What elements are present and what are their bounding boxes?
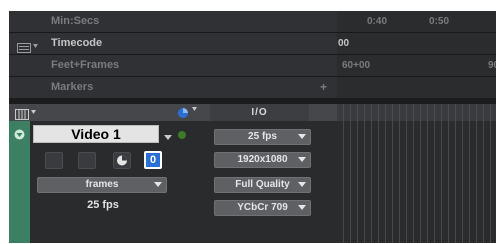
io-column-title: I/O: [210, 104, 309, 121]
track-name-field[interactable]: Video 1: [33, 125, 159, 143]
resolution-value: 1920x1080: [237, 154, 288, 165]
resolution-popup[interactable]: 1920x1080: [214, 152, 311, 168]
frame-rate-value: 25 fps: [248, 131, 277, 142]
color-space-popup[interactable]: YCbCr 709: [214, 200, 311, 216]
track-priority-button[interactable]: 0: [144, 151, 162, 169]
timebase-value: frames: [85, 179, 119, 190]
chevron-down-icon: [298, 134, 306, 139]
timeline-area[interactable]: [337, 104, 496, 243]
ruler-label-timecode: Timecode: [51, 37, 103, 49]
track-status-indicator-icon: [177, 127, 187, 145]
frame-rate-text: 25 fps: [87, 199, 119, 211]
timeline-grid-header: [337, 104, 496, 121]
frame-rate-popup[interactable]: 25 fps: [214, 129, 311, 145]
quality-value: Full Quality: [235, 179, 290, 190]
edit-window: Min:Secs 0:40 0:50 Timecode 00 Feet+Fram…: [9, 11, 496, 243]
tick-label: 0:40: [367, 16, 388, 27]
track-collapse-triangle-icon[interactable]: [14, 127, 25, 145]
ruler-label-min-secs: Min:Secs: [51, 15, 100, 27]
chevron-down-icon: [154, 182, 162, 187]
add-marker-button[interactable]: +: [320, 77, 327, 98]
ruler-label-feet-frames: Feet+Frames: [51, 59, 120, 71]
tick-label: 90: [488, 60, 496, 71]
chevron-down-icon: [298, 182, 306, 187]
timeline-grid[interactable]: [337, 121, 496, 243]
ruler-label-markers: Markers: [51, 81, 94, 93]
timebase-popup[interactable]: frames: [37, 177, 167, 193]
chevron-down-icon: [298, 205, 306, 210]
color-space-value: YCbCr 709: [237, 202, 288, 213]
track-options-arrow-icon[interactable]: [163, 129, 173, 147]
track-button-2[interactable]: [78, 152, 96, 169]
header-spacer: [309, 104, 337, 121]
chevron-down-icon: [298, 157, 306, 162]
quality-popup[interactable]: Full Quality: [214, 177, 311, 193]
tick-label: 0:50: [429, 16, 450, 27]
tick-label: 60+00: [342, 60, 371, 71]
tick-label: 00: [338, 38, 350, 49]
track-button-1[interactable]: [45, 152, 63, 169]
video-online-icon[interactable]: [113, 152, 131, 174]
